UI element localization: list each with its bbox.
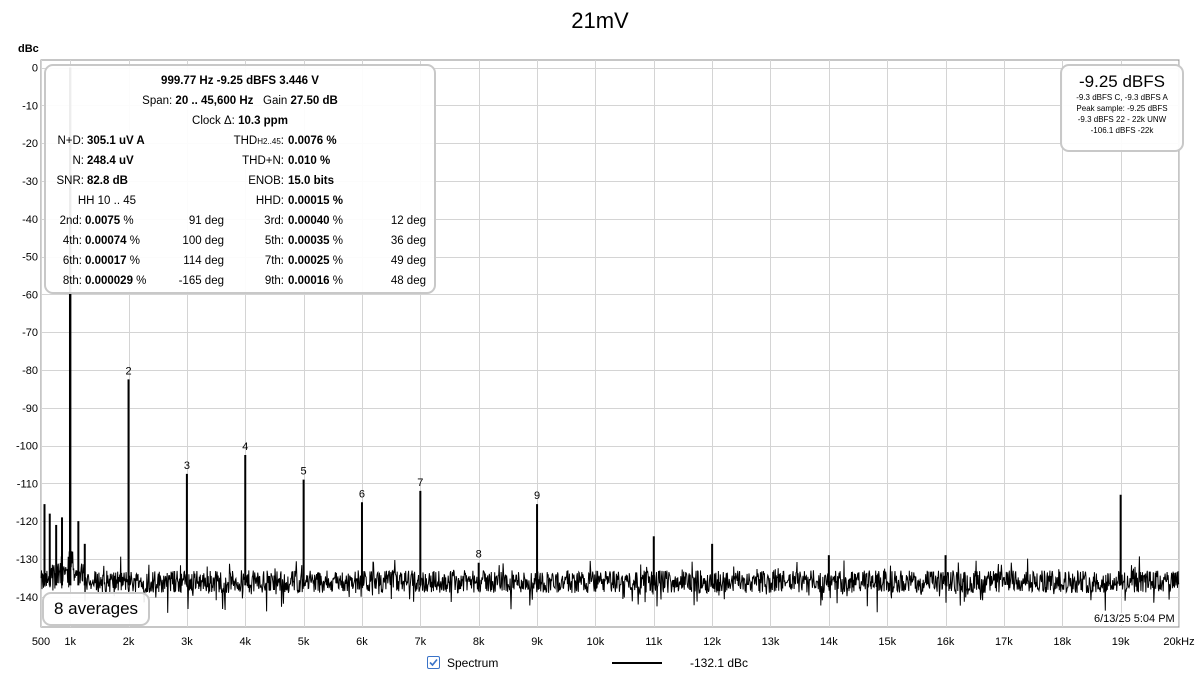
harmonic-row: 2nd: 0.0075 % 91 deg 3rd: 0.00040 % 12 d… (59, 215, 426, 227)
x-tick-label: 20kHz (1163, 636, 1194, 648)
gain-value: 27.50 dB (290, 95, 338, 107)
x-tick-label: 1k (64, 636, 76, 648)
x-tick-label: 500 (32, 636, 50, 648)
x-tick-label: 12k (703, 636, 721, 648)
y-tick-label: -100 (16, 441, 38, 453)
timestamp: 6/13/25 5:04 PM (1094, 613, 1175, 625)
stats-clock-row: Clock Δ: 10.3 ppm (46, 111, 434, 131)
span-value: 20 .. 45,600 Hz (175, 95, 254, 107)
hhd-value: 0.00015 % (288, 195, 343, 207)
x-tick-label: 15k (878, 636, 896, 648)
y-tick-label: -50 (22, 252, 38, 264)
x-tick-label: 14k (820, 636, 838, 648)
x-tick-label: 8k (473, 636, 485, 648)
x-tick-label: 6k (356, 636, 368, 648)
y-tick-label: -140 (16, 592, 38, 604)
x-tick-label: 19k (1112, 636, 1130, 648)
legend-line-swatch (612, 662, 662, 664)
y-tick-label: -130 (16, 554, 38, 566)
x-tick-label: 16k (937, 636, 955, 648)
npd-label: N+D: (57, 135, 84, 147)
harmonic-number-label: 2 (125, 365, 131, 377)
checkmark-icon (429, 658, 438, 667)
n-label: N: (72, 155, 85, 167)
level-panel[interactable]: -9.25 dBFS -9.3 dBFS C, -9.3 dBFS A Peak… (1060, 64, 1184, 152)
stats-n-row: N: 248.4 uV THD+N: 0.010 % (46, 151, 434, 171)
x-tick-label: 18k (1053, 636, 1071, 648)
harmonic-number-label: 6 (359, 488, 365, 500)
y-tick-label: -10 (22, 100, 38, 112)
thd-label: THD (233, 135, 258, 147)
x-tick-label: 10k (587, 636, 605, 648)
level-readout: -9.25 dBFS (1079, 72, 1165, 91)
gain-label: Gain (263, 95, 288, 107)
enob-label: ENOB: (248, 175, 284, 187)
clock-value: 10.3 ppm (238, 115, 288, 127)
harmonic-number-label: 7 (417, 477, 423, 489)
level-detail: Peak sample: -9.25 dBFS (1076, 104, 1168, 113)
harmonic-row: 4th: 0.00074 % 100 deg 5th: 0.00035 % 36… (62, 235, 426, 247)
npd-value: 305.1 uV A (87, 135, 145, 147)
legend-value: -132.1 dBc (690, 656, 749, 670)
stats-npd-row: N+D: 305.1 uV A THDH2..45: 0.0076 % (46, 131, 434, 151)
thdn-value: 0.010 % (288, 155, 331, 167)
thd-sublabel: H2..45 (257, 137, 281, 146)
n-value: 248.4 uV (87, 155, 134, 167)
harmonic-row: 8th: 0.000029 % -165 deg 9th: 0.00016 % … (62, 275, 426, 287)
level-detail: -9.3 dBFS C, -9.3 dBFS A (1076, 93, 1168, 102)
y-tick-label: -40 (22, 214, 38, 226)
x-tick-label: 9k (531, 636, 543, 648)
harmonic-number-label: 8 (476, 549, 482, 561)
y-tick-label: 0 (32, 63, 38, 75)
stats-snr-row: SNR: 82.8 dB ENOB: 15.0 bits (46, 171, 434, 191)
y-tick-label: -60 (22, 289, 38, 301)
stats-hh-row: HH 10 .. 45 HHD: 0.00015 % (46, 191, 434, 211)
x-tick-label: 7k (415, 636, 427, 648)
y-tick-label: -80 (22, 365, 38, 377)
y-tick-label: -120 (16, 516, 38, 528)
hh-range-label: HH 10 .. 45 (77, 195, 136, 207)
x-tick-label: 11k (645, 636, 662, 648)
clock-label: Clock Δ: (192, 115, 235, 127)
harmonic-number-label: 5 (301, 466, 307, 478)
x-tick-label: 13k (762, 636, 780, 648)
averages-badge[interactable]: 8 averages (42, 592, 150, 626)
enob-value: 15.0 bits (288, 175, 335, 187)
y-tick-label: -30 (22, 176, 38, 188)
spectrum-checkbox[interactable] (427, 656, 440, 669)
stats-header-row: 999.77 Hz -9.25 dBFS 3.446 V (46, 71, 434, 91)
harmonic-number-label: 9 (534, 490, 540, 502)
y-tick-label: -20 (22, 138, 38, 150)
snr-value: 82.8 dB (87, 175, 128, 187)
x-tick-label: 4k (239, 636, 251, 648)
measurement-panel[interactable]: 999.77 Hz -9.25 dBFS 3.446 V Span: 20 ..… (44, 64, 436, 294)
x-tick-label: 17k (995, 636, 1013, 648)
harmonic-number-label: 4 (242, 441, 248, 453)
fundamental-readout: 999.77 Hz -9.25 dBFS 3.446 V (161, 75, 319, 87)
y-tick-label: -90 (22, 403, 38, 415)
legend-spectrum-label[interactable]: Spectrum (447, 656, 498, 670)
x-tick-label: 5k (298, 636, 310, 648)
y-tick-label: -110 (17, 478, 38, 490)
harmonic-row: 6th: 0.00017 % 114 deg 7th: 0.00025 % 49… (62, 255, 426, 267)
hhd-label: HHD: (255, 195, 284, 207)
x-tick-label: 3k (181, 636, 193, 648)
x-tick-label: 2k (123, 636, 135, 648)
level-detail: -106.1 dBFS -22k (1090, 126, 1154, 135)
thdn-label: THD+N: (242, 155, 284, 167)
thd-value: 0.0076 % (288, 135, 337, 147)
y-tick-label: -70 (22, 327, 38, 339)
harmonic-number-label: 3 (184, 460, 190, 472)
stats-span-row: Span: 20 .. 45,600 Hz Gain 27.50 dB (46, 91, 434, 111)
level-detail: -9.3 dBFS 22 - 22k UNW (1077, 115, 1167, 124)
snr-label: SNR: (56, 175, 84, 187)
span-label: Span: (142, 95, 173, 107)
